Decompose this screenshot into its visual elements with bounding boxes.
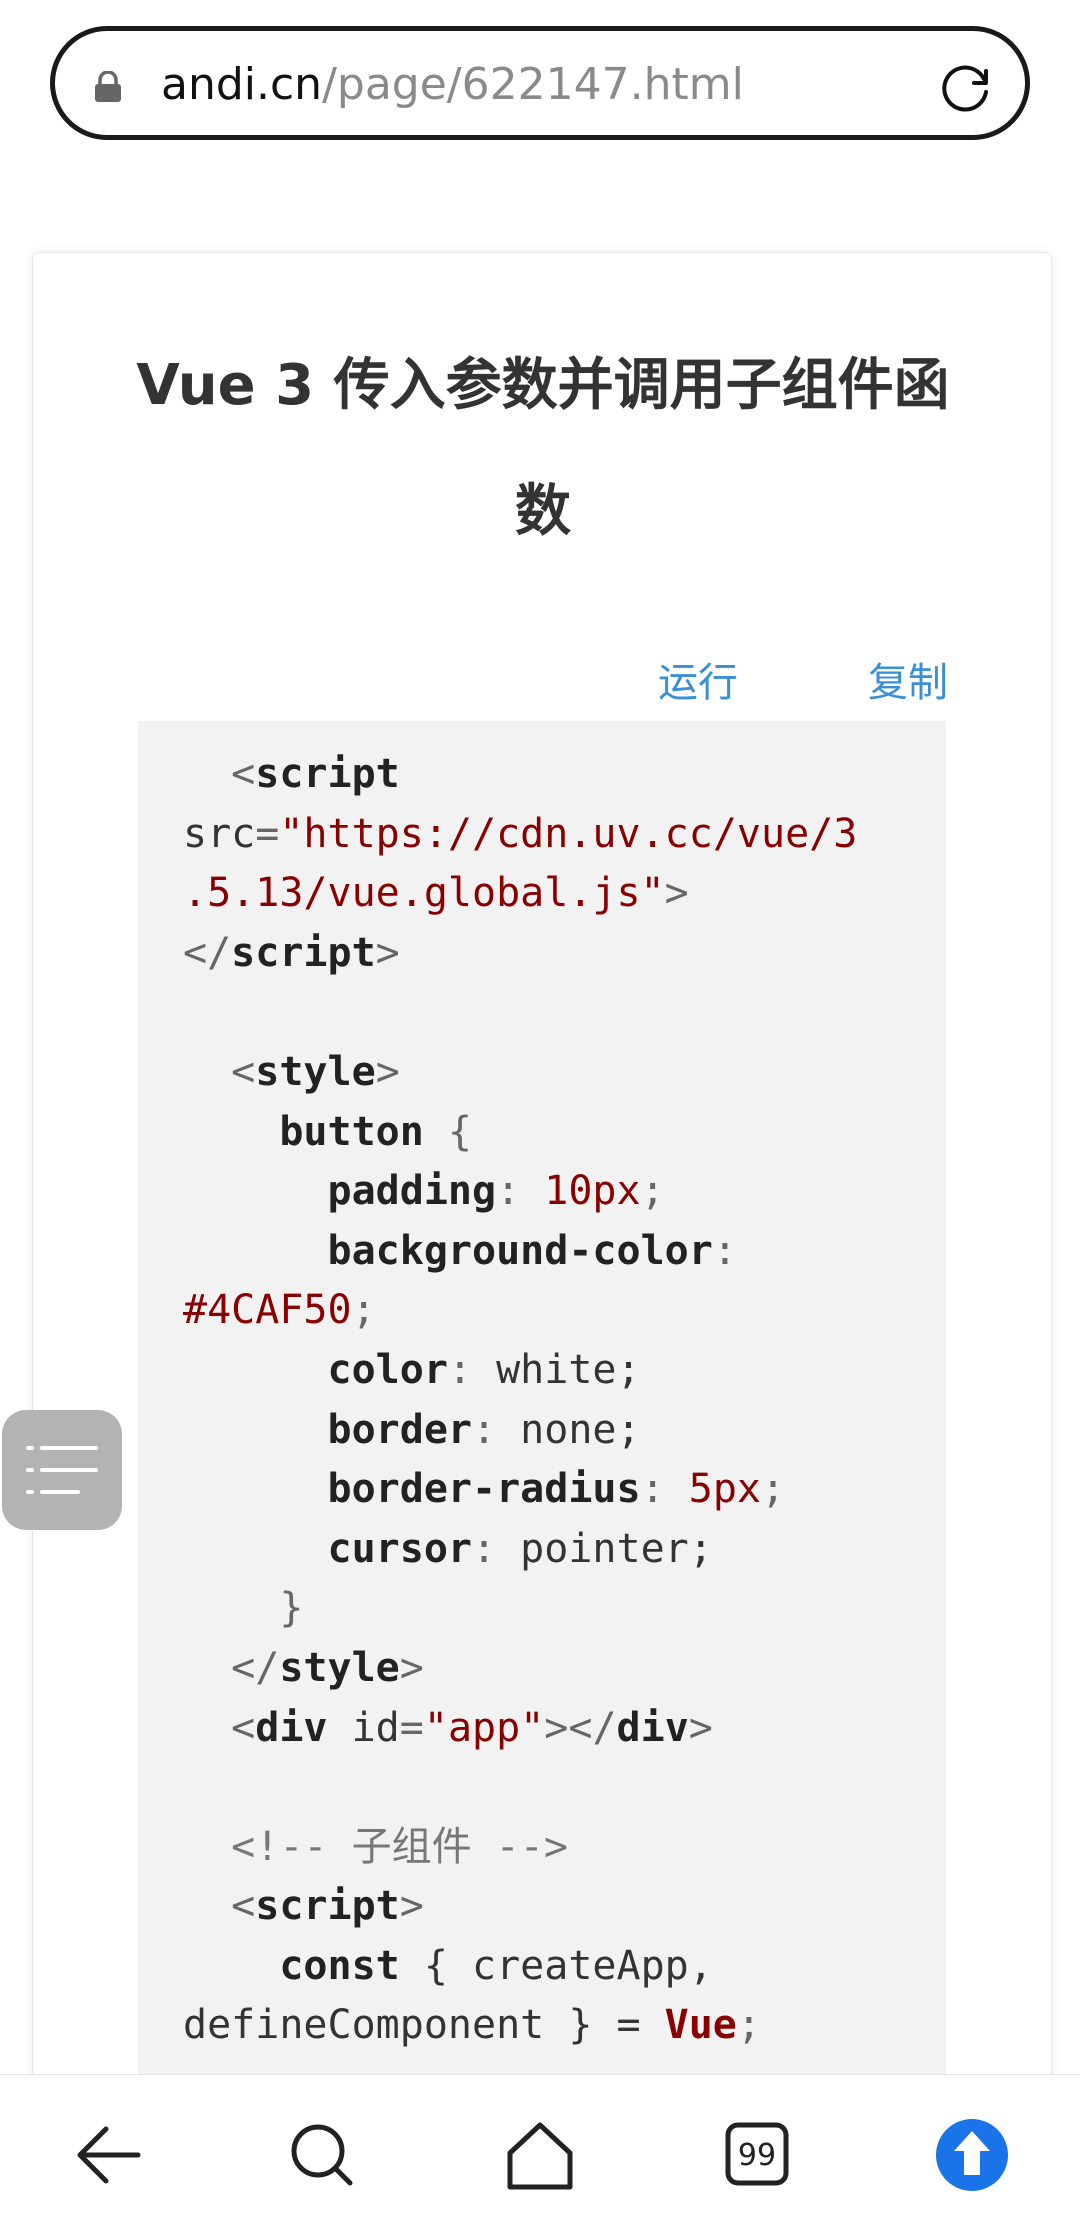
url-domain: andi.cn: [161, 59, 323, 110]
arrow-up-circle-icon: [936, 2119, 1008, 2191]
code-text: <script src="https://cdn.uv.cc/vue/3 .5.13…: [138, 721, 946, 2056]
home-button[interactable]: [490, 2105, 590, 2205]
toc-button[interactable]: [2, 1410, 122, 1530]
code-line: defineComponent } = Vue;: [183, 2002, 761, 2049]
search-icon: [291, 2124, 353, 2186]
code-line: .5.13/vue.global.js">: [183, 870, 689, 917]
code-line: background-color:: [327, 1227, 737, 1274]
lock-icon: [95, 71, 121, 102]
code-toolbar: 运行 复制: [138, 653, 948, 713]
code-line: ​: [183, 983, 946, 1043]
code-line: #4CAF50;: [183, 1287, 376, 1334]
url-text[interactable]: andi.cn/page/622147.html: [161, 59, 744, 111]
tabs-count: 99: [738, 2138, 776, 2173]
browser-toolbar: andi.cn/page/622147.html: [0, 0, 1080, 175]
bottom-nav: 99: [0, 2074, 1080, 2235]
code-line: <script>: [231, 1883, 424, 1930]
article-card: Vue 3 传入参数并调用子组件函数 运行 复制 <script src="htt…: [32, 252, 1052, 2221]
home-icon: [507, 2122, 573, 2190]
code-line: const { createApp,: [279, 1942, 713, 1989]
code-line: </script>: [183, 929, 400, 976]
code-line: border-radius: 5px;: [327, 1466, 786, 1513]
scroll-top-button[interactable]: [920, 2105, 1020, 2205]
search-button[interactable]: [272, 2105, 372, 2205]
code-line: <!-- 子组件 -->: [231, 1823, 568, 1870]
address-bar[interactable]: andi.cn/page/622147.html: [50, 26, 1030, 140]
menu-list-icon: [26, 1446, 98, 1494]
code-line: }: [183, 1585, 304, 1632]
code-line: padding: 10px;: [327, 1168, 665, 1215]
code-block: <script src="https://cdn.uv.cc/vue/3 .5.13…: [138, 721, 946, 2221]
code-line: color: white;: [327, 1346, 641, 1393]
tabs-count-icon: 99: [725, 2122, 789, 2186]
url-path: /page/622147.html: [322, 59, 744, 110]
code-line: border: none;: [327, 1406, 641, 1453]
code-line: <style>: [231, 1048, 400, 1095]
code-line: cursor: pointer;: [327, 1525, 713, 1572]
code-line: ​: [183, 1758, 946, 1818]
reload-icon[interactable]: [937, 59, 995, 117]
copy-button[interactable]: 复制: [868, 653, 948, 713]
tabs-button[interactable]: 99: [706, 2105, 806, 2205]
code-line: src="https://cdn.uv.cc/vue/3: [183, 810, 858, 857]
code-line: </style>: [231, 1644, 424, 1691]
code-line: <script: [231, 751, 400, 797]
code-line: button {: [279, 1108, 472, 1155]
back-button[interactable]: [60, 2105, 160, 2205]
page-title: Vue 3 传入参数并调用子组件函数: [136, 353, 950, 544]
arrow-left-icon: [77, 2126, 141, 2184]
code-line: <div id="app"></div>: [231, 1704, 713, 1751]
run-button[interactable]: 运行: [658, 653, 738, 713]
